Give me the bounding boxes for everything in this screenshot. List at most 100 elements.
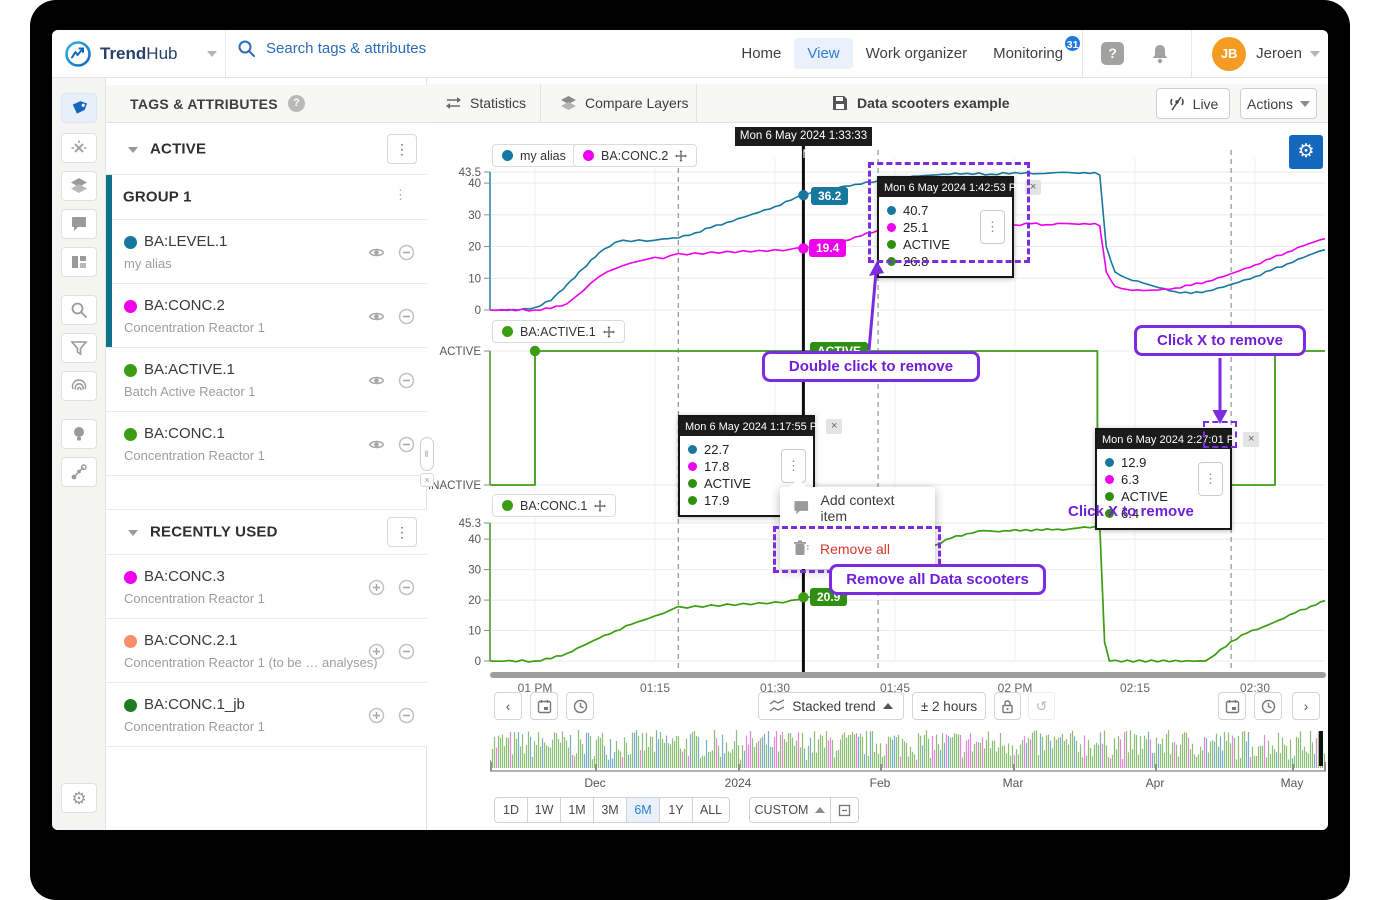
sidebar-tool-recommendations[interactable] <box>61 419 97 449</box>
nav-monitoring[interactable]: Monitoring31 <box>980 38 1076 69</box>
custom-range-button[interactable]: CUSTOM <box>749 797 831 823</box>
notifications-button[interactable] <box>1149 42 1173 66</box>
search-input[interactable] <box>266 40 506 57</box>
tag-row[interactable]: BA:CONC.2 Concentration Reactor 1 <box>106 284 427 348</box>
sidebar-tool-formulas[interactable] <box>61 133 97 163</box>
brand-chevron-down-icon[interactable] <box>207 51 217 57</box>
brand[interactable]: TrendHub <box>64 40 217 68</box>
chevron-down-icon[interactable] <box>128 147 138 153</box>
move-icon[interactable] <box>594 500 606 512</box>
section-active[interactable]: ACTIVE ⋮ <box>106 123 427 175</box>
remove-circle-icon[interactable] <box>398 244 415 261</box>
add-circle-icon[interactable] <box>368 707 385 724</box>
sidebar-tool-settings[interactable]: ⚙ <box>61 783 97 813</box>
sidebar-tool-filter[interactable] <box>61 333 97 363</box>
scooter-value: ACTIVE <box>1121 489 1168 504</box>
group-row[interactable]: GROUP 1 ⋮ <box>106 175 427 220</box>
zoom-all-button[interactable]: ALL <box>692 797 730 823</box>
panel-resize-handle[interactable]: ‖ <box>420 437 434 471</box>
section-recent-menu-button[interactable]: ⋮ <box>387 517 417 547</box>
time-end-button[interactable] <box>1254 692 1282 720</box>
add-circle-icon[interactable] <box>368 643 385 660</box>
compare-layers-button[interactable]: Compare Layers <box>560 84 689 122</box>
sidebar-tool-comments[interactable] <box>61 209 97 239</box>
calendar-end-button[interactable] <box>1218 692 1246 720</box>
swap-arrows-icon <box>445 96 462 110</box>
sidebar-tool-tags[interactable] <box>61 93 97 123</box>
tag-row[interactable]: BA:CONC.1_jb Concentration Reactor 1 <box>106 683 427 747</box>
scooter-menu-button[interactable]: ⋮ <box>781 449 806 483</box>
tag-row[interactable]: BA:CONC.3 Concentration Reactor 1 <box>106 555 427 619</box>
calendar-button[interactable] <box>530 692 558 720</box>
series-color-dot <box>124 699 137 712</box>
tag-row[interactable]: BA:CONC.1 Concentration Reactor 1 <box>106 412 427 476</box>
visibility-eye-icon[interactable] <box>368 372 385 389</box>
zoom-1y-button[interactable]: 1Y <box>659 797 693 823</box>
remove-circle-icon[interactable] <box>398 643 415 660</box>
pan-right-button[interactable]: › <box>1292 692 1320 720</box>
expand-range-button[interactable] <box>830 797 859 823</box>
tag-name: BA:CONC.1_jb <box>144 696 245 713</box>
user-avatar[interactable]: JB <box>1212 37 1246 71</box>
chevron-down-icon[interactable] <box>128 530 138 536</box>
tag-row[interactable]: BA:ACTIVE.1 Batch Active Reactor 1 <box>106 348 427 412</box>
remove-circle-icon[interactable] <box>398 308 415 325</box>
sidebar-tool-search[interactable] <box>61 295 97 325</box>
sidebar-tool-dashboard[interactable] <box>61 247 97 277</box>
nav-view[interactable]: View <box>794 38 852 69</box>
actions-button[interactable]: Actions <box>1240 88 1317 119</box>
close-button-highlight-rect <box>1203 421 1237 448</box>
chart-settings-button[interactable]: ⚙ <box>1289 135 1323 169</box>
series-color-dot <box>124 236 137 249</box>
move-icon[interactable] <box>675 150 687 162</box>
menu-item-add-context-item[interactable]: Add context item <box>780 487 935 528</box>
legend-chip-ba-active1[interactable]: BA:ACTIVE.1 <box>492 320 625 343</box>
section-active-menu-button[interactable]: ⋮ <box>387 134 417 164</box>
move-icon[interactable] <box>603 326 615 338</box>
tag-row[interactable]: BA:LEVEL.1 my alias <box>106 220 427 284</box>
statistics-button[interactable]: Statistics <box>445 84 526 122</box>
nav-home[interactable]: Home <box>728 38 794 69</box>
sidebar-tool-relations[interactable] <box>61 457 97 487</box>
visibility-eye-icon[interactable] <box>368 308 385 325</box>
live-button[interactable]: Live <box>1156 88 1230 119</box>
remove-circle-icon[interactable] <box>398 436 415 453</box>
legend-chip-ba-conc1[interactable]: BA:CONC.1 <box>492 494 616 517</box>
time-axis-scrollbar[interactable] <box>490 672 1326 678</box>
zoom-6m-button[interactable]: 6M <box>626 797 660 823</box>
lock-scale-button[interactable] <box>994 692 1021 720</box>
nav-work-organizer[interactable]: Work organizer <box>853 38 980 69</box>
zoom-3m-button[interactable]: 3M <box>593 797 627 823</box>
view-mode-dropdown[interactable]: Stacked trend <box>758 692 904 720</box>
save-icon[interactable] <box>832 95 848 111</box>
close-icon[interactable]: × <box>826 419 842 434</box>
section-recently-used[interactable]: RECENTLY USED ⋮ <box>106 509 427 555</box>
legend-chip-ba-conc2[interactable]: BA:CONC.2 <box>573 144 697 167</box>
divider <box>1191 30 1192 77</box>
add-circle-icon[interactable] <box>368 579 385 596</box>
group-menu-button[interactable]: ⋮ <box>394 187 407 203</box>
scooter-menu-button[interactable]: ⋮ <box>1198 462 1223 496</box>
zoom-1d-button[interactable]: 1D <box>494 797 528 823</box>
zoom-1w-button[interactable]: 1W <box>527 797 561 823</box>
panel-help-icon[interactable]: ? <box>288 95 305 112</box>
tags-panel-header: TAGS & ATTRIBUTES ? <box>106 85 427 123</box>
context-overview-bar[interactable] <box>490 728 1326 769</box>
time-window-button[interactable]: ± 2 hours <box>912 692 986 720</box>
sidebar-tool-fingerprint[interactable] <box>61 371 97 401</box>
visibility-eye-icon[interactable] <box>368 244 385 261</box>
remove-circle-icon[interactable] <box>398 372 415 389</box>
remove-circle-icon[interactable] <box>398 579 415 596</box>
tag-row[interactable]: BA:CONC.2.1 Concentration Reactor 1 (to … <box>106 619 427 683</box>
x-tick: 01:15 <box>640 681 670 695</box>
zoom-1m-button[interactable]: 1M <box>560 797 594 823</box>
close-icon[interactable]: × <box>1243 432 1259 447</box>
time-button[interactable] <box>566 692 594 720</box>
sidebar-tool-layers[interactable] <box>61 171 97 201</box>
panel-collapse-button[interactable]: × <box>420 473 434 487</box>
pan-left-button[interactable]: ‹ <box>494 692 522 720</box>
remove-circle-icon[interactable] <box>398 707 415 724</box>
visibility-eye-icon[interactable] <box>368 436 385 453</box>
user-menu-chevron-down-icon[interactable] <box>1310 51 1320 57</box>
help-button[interactable]: ? <box>1101 42 1125 66</box>
